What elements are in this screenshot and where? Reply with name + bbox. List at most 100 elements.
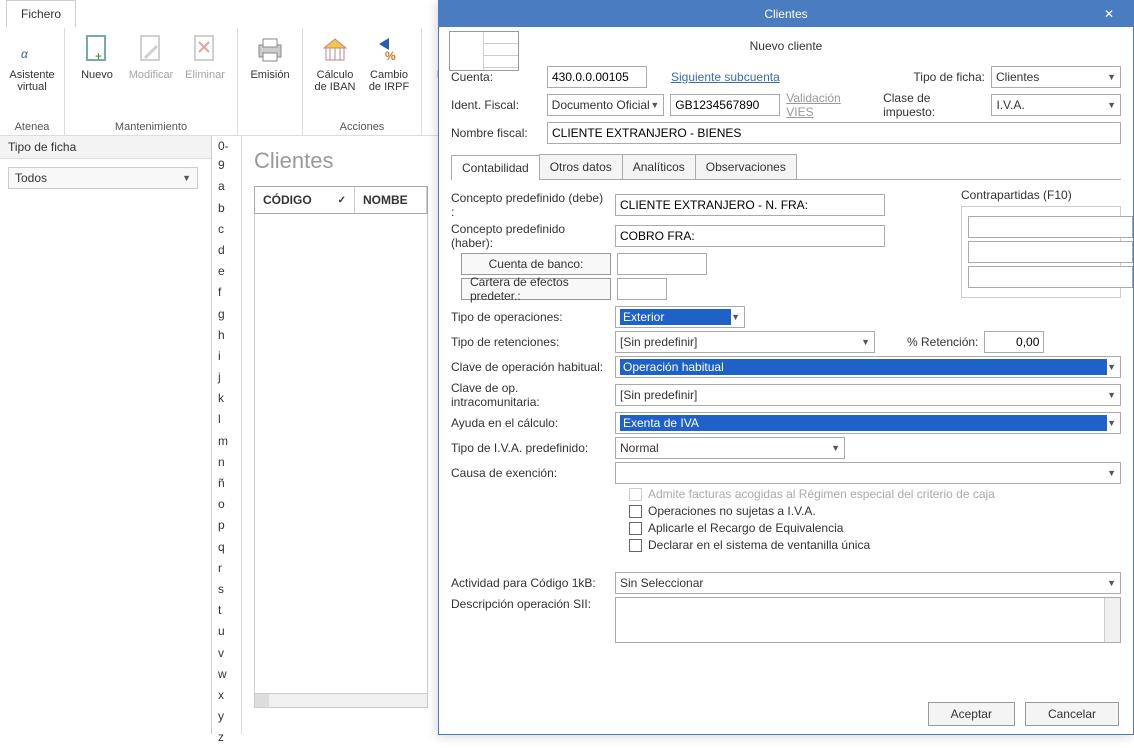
chk-ventanilla[interactable]: Declarar en el sistema de ventanilla úni… [629, 538, 1121, 552]
alpha-f[interactable]: f [212, 282, 241, 303]
clave-intra-select[interactable]: [Sin predefinir]▼ [615, 384, 1121, 406]
clients-area: Clientes CÓDIGO✓ NOMBE [242, 136, 440, 706]
asistente-virtual-button[interactable]: α Asistente virtual [8, 32, 56, 95]
tipo-ficha-select-dlg[interactable]: Clientes▼ [991, 66, 1121, 88]
chk-recargo[interactable]: Aplicarle el Recargo de Equivalencia [629, 521, 1121, 535]
alpha-p[interactable]: p [212, 515, 241, 536]
nuevo-button[interactable]: + Nuevo [73, 32, 121, 83]
chk-no-iva[interactable]: Operaciones no sujetas a I.V.A. [629, 504, 1121, 518]
dialog-nuevo-cliente: Clientes ✕ Nuevo cliente Cuenta: Siguien… [438, 0, 1134, 735]
alpha-m[interactable]: m [212, 431, 241, 452]
ident-valor-input[interactable] [670, 94, 780, 116]
cuenta-banco-input[interactable] [617, 253, 707, 275]
alpha-t[interactable]: t [212, 600, 241, 621]
left-panel: Tipo de ficha Todos▼ [0, 136, 212, 734]
actividad-select[interactable]: Sin Seleccionar▼ [615, 572, 1121, 594]
alpha-q[interactable]: q [212, 537, 241, 558]
alpha-k[interactable]: k [212, 388, 241, 409]
alpha-x[interactable]: x [212, 685, 241, 706]
chevron-down-icon: ▼ [182, 173, 191, 183]
cp-input-3[interactable] [968, 266, 1133, 288]
aceptar-button[interactable]: Aceptar [928, 702, 1015, 726]
cp-input-2[interactable] [968, 241, 1133, 263]
cp-input-1[interactable] [968, 216, 1133, 238]
alpha-v[interactable]: v [212, 643, 241, 664]
col-codigo[interactable]: CÓDIGO✓ [255, 187, 355, 213]
alpha-i[interactable]: i [212, 346, 241, 367]
alpha-n[interactable]: n [212, 452, 241, 473]
alpha-a[interactable]: a [212, 176, 241, 197]
concepto-haber-input[interactable] [615, 225, 885, 247]
tipo-op-select[interactable]: Exterior▼ [615, 306, 745, 328]
alpha-icon: α [16, 34, 48, 66]
validacion-vies-link[interactable]: Validación VIES [786, 91, 871, 119]
alpha-c[interactable]: c [212, 219, 241, 240]
group-acciones-label: Acciones [311, 119, 413, 133]
alpha-ñ[interactable]: ñ [212, 473, 241, 494]
alpha-h[interactable]: h [212, 325, 241, 346]
tab-fichero[interactable]: Fichero [6, 0, 76, 27]
alpha-u[interactable]: u [212, 621, 241, 642]
alpha-d[interactable]: d [212, 240, 241, 261]
alpha-r[interactable]: r [212, 558, 241, 579]
alpha-g[interactable]: g [212, 304, 241, 325]
calculo-iban-button[interactable]: Cálculo de IBAN [311, 32, 359, 95]
alpha-e[interactable]: e [212, 261, 241, 282]
edit-doc-icon [135, 34, 167, 66]
alpha-z[interactable]: z [212, 727, 241, 748]
actividad-label: Actividad para Código 1kB: [451, 576, 609, 590]
tipo-ficha-select[interactable]: Todos▼ [8, 167, 198, 189]
emision-button[interactable]: Emisión [246, 32, 294, 83]
alpha-o[interactable]: o [212, 494, 241, 515]
grid-body[interactable] [254, 214, 428, 694]
pct-ret-input[interactable] [984, 331, 1044, 353]
causa-select[interactable]: ▼ [615, 462, 1121, 484]
ident-tipo-select[interactable]: Documento Oficial▼ [547, 94, 665, 116]
desc-sii-textarea[interactable] [615, 597, 1121, 643]
alpha-0-9[interactable]: 0-9 [212, 136, 241, 176]
tipo-ret-select[interactable]: [Sin predefinir]▼ [615, 331, 875, 353]
desc-sii-label: Descripción operación SII: [451, 597, 609, 611]
alpha-b[interactable]: b [212, 198, 241, 219]
tab-otros-datos[interactable]: Otros datos [539, 154, 623, 179]
alpha-s[interactable]: s [212, 579, 241, 600]
close-button[interactable]: ✕ [1089, 1, 1129, 27]
svg-text:α: α [21, 47, 29, 61]
clase-impuesto-select[interactable]: I.V.A.▼ [991, 94, 1121, 116]
cambio-irpf-button[interactable]: % Cambio de IRPF [365, 32, 413, 95]
textarea-scrollbar[interactable] [1104, 598, 1120, 642]
clave-op-select[interactable]: Operación habitual▼ [615, 356, 1121, 378]
cartera-button[interactable]: Cartera de efectos predeter.: [461, 278, 611, 300]
cancelar-button[interactable]: Cancelar [1025, 702, 1119, 726]
grid-header: CÓDIGO✓ NOMBE [254, 186, 428, 214]
tab-contabilidad[interactable]: Contabilidad [451, 155, 540, 180]
dialog-tabs: Contabilidad Otros datos Analíticos Obse… [451, 154, 1121, 180]
pct-ret-label: % Retención: [907, 335, 978, 349]
grid-hscroll[interactable] [254, 694, 428, 708]
cuenta-label: Cuenta: [451, 70, 541, 84]
siguiente-subcuenta-link[interactable]: Siguiente subcuenta [671, 70, 780, 84]
svg-text:+: + [95, 49, 102, 63]
alpha-w[interactable]: w [212, 664, 241, 685]
tab-analiticos[interactable]: Analíticos [622, 154, 696, 179]
bank-icon [319, 34, 351, 66]
modificar-button[interactable]: Modificar [127, 32, 175, 83]
clase-impuesto-label: Clase de impuesto: [883, 91, 985, 119]
eliminar-button[interactable]: Eliminar [181, 32, 229, 83]
alpha-j[interactable]: j [212, 367, 241, 388]
percent-icon: % [373, 34, 405, 66]
concepto-debe-input[interactable] [615, 194, 885, 216]
tab-observaciones[interactable]: Observaciones [695, 154, 797, 179]
tipo-iva-select[interactable]: Normal▼ [615, 437, 845, 459]
alpha-l[interactable]: l [212, 409, 241, 430]
cuenta-input[interactable] [547, 66, 647, 88]
tipo-ficha-header: Tipo de ficha [0, 136, 211, 159]
clave-intra-label: Clave de op. intracomunitaria: [451, 381, 609, 409]
nombre-input[interactable] [547, 122, 1121, 144]
cuenta-banco-button[interactable]: Cuenta de banco: [461, 253, 611, 275]
cartera-input[interactable] [617, 278, 667, 300]
col-nombre[interactable]: NOMBE [355, 187, 427, 213]
image-placeholder[interactable] [449, 31, 519, 71]
ayuda-select[interactable]: Exenta de IVA▼ [615, 412, 1121, 434]
alpha-y[interactable]: y [212, 706, 241, 727]
